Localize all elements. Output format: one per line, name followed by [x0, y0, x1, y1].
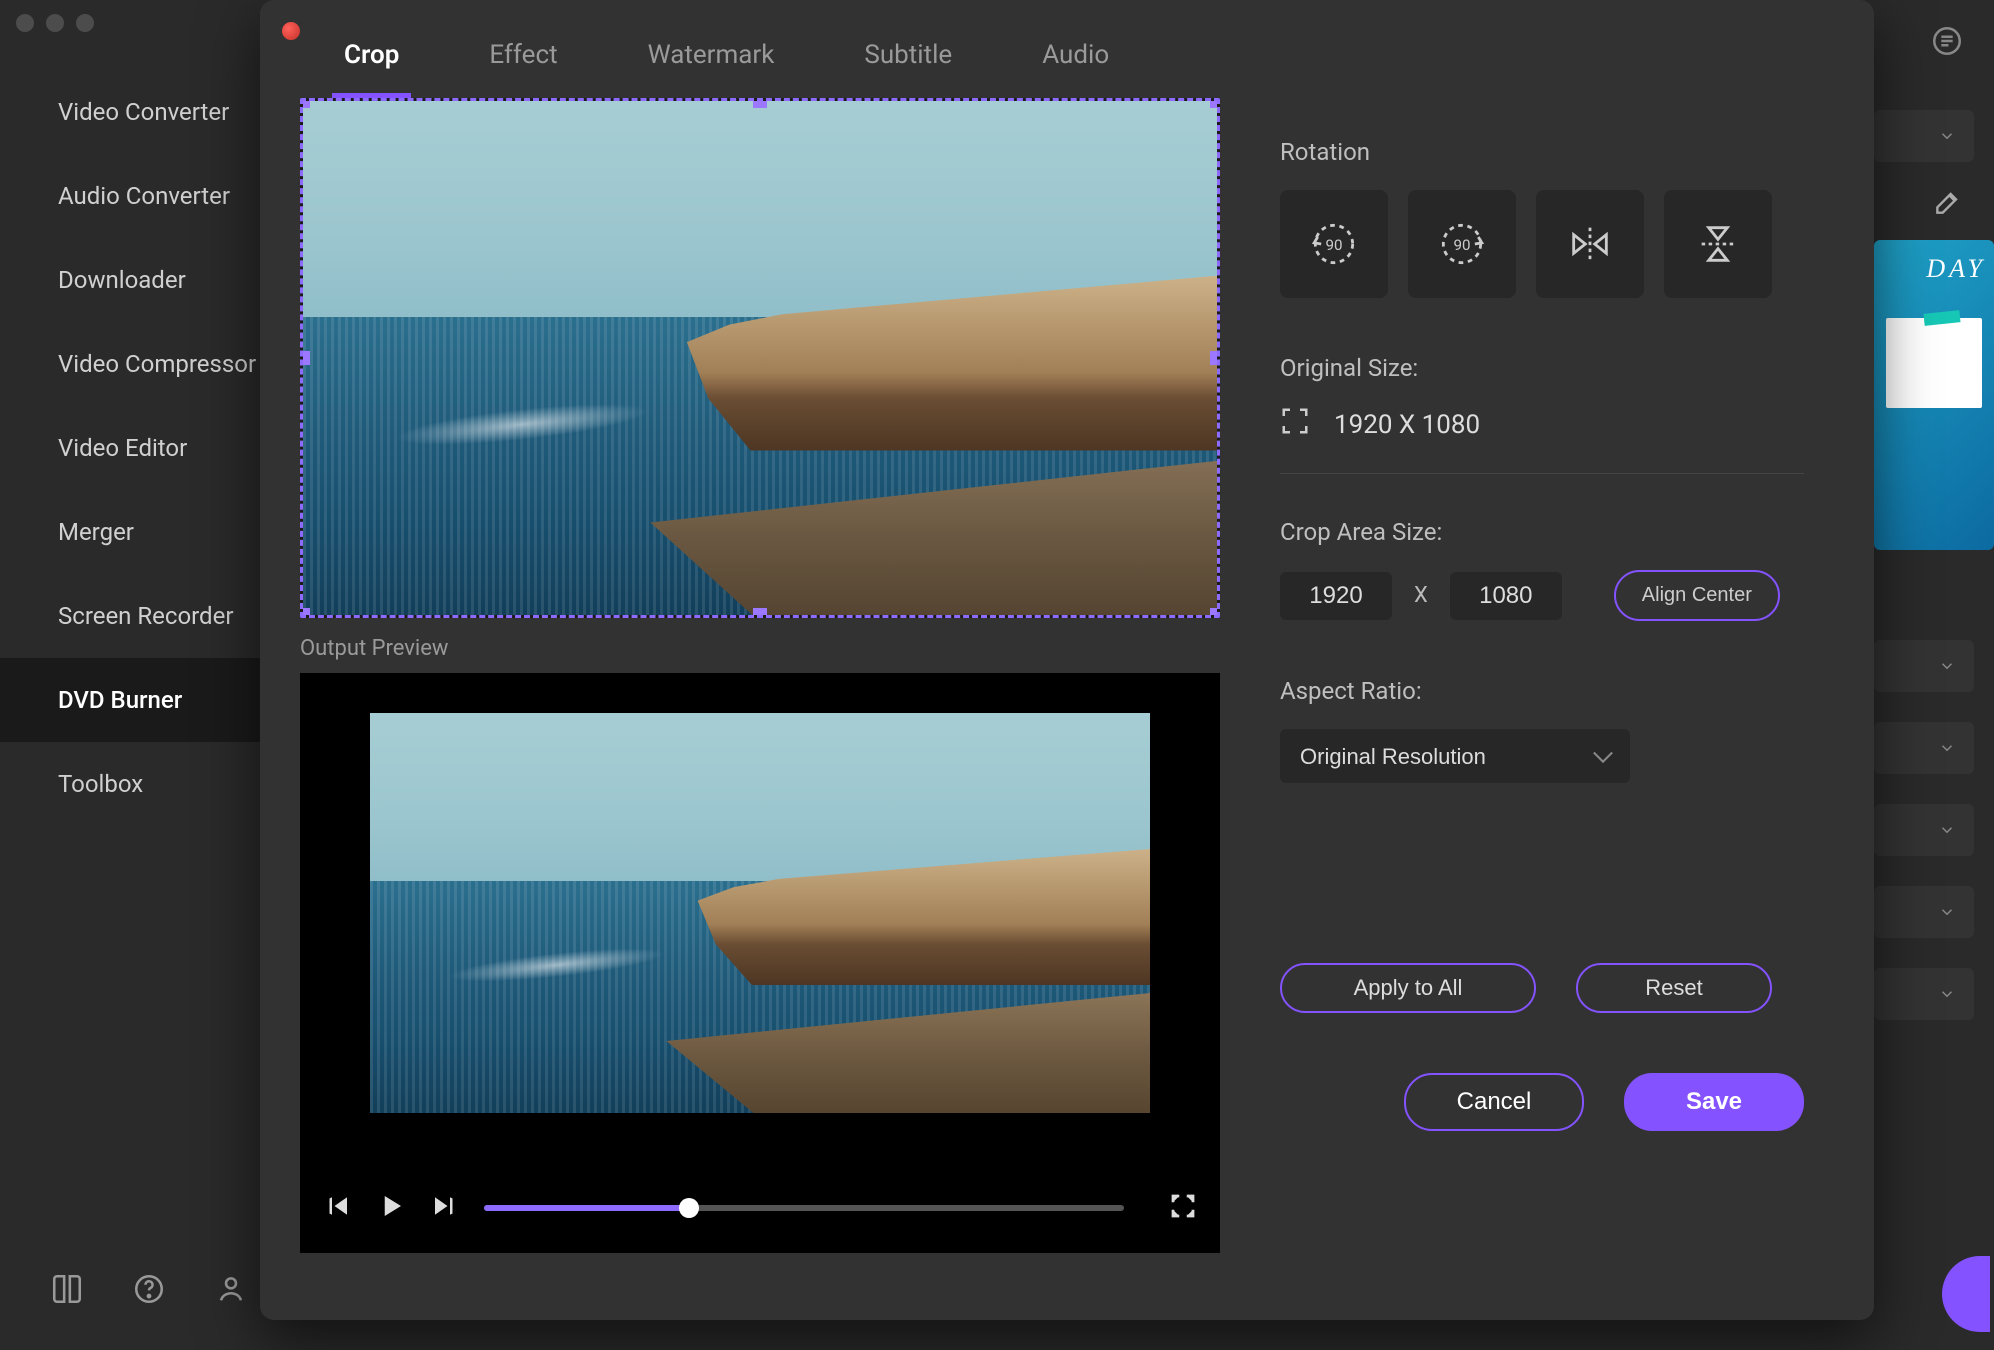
traffic-light-min[interactable] — [46, 14, 64, 32]
rotate-right-button[interactable]: 90 — [1408, 190, 1516, 298]
apply-to-all-button[interactable]: Apply to All — [1280, 963, 1536, 1013]
help-icon[interactable] — [132, 1272, 166, 1310]
sidebar: Video Converter Audio Converter Download… — [0, 70, 260, 826]
fullscreen-icon[interactable] — [1168, 1191, 1198, 1225]
crop-handle[interactable] — [753, 98, 767, 108]
dimension-separator: X — [1414, 583, 1428, 608]
flip-vertical-button[interactable] — [1664, 190, 1772, 298]
dimensions-icon — [1280, 406, 1310, 443]
rotation-label: Rotation — [1280, 138, 1804, 166]
tab-subtitle[interactable]: Subtitle — [864, 40, 952, 70]
original-size-label: Original Size: — [1280, 354, 1804, 382]
step-forward-icon[interactable] — [430, 1191, 460, 1225]
promo-card-graphic — [1886, 318, 1982, 408]
bg-dropdown[interactable] — [1874, 722, 1974, 774]
crop-handle[interactable] — [1210, 608, 1220, 618]
sidebar-item-audio-converter[interactable]: Audio Converter — [0, 154, 260, 238]
output-preview — [300, 673, 1220, 1253]
original-size-value: 1920 X 1080 — [1334, 410, 1480, 440]
seek-fill — [484, 1205, 689, 1211]
bg-dropdown[interactable] — [1874, 640, 1974, 692]
sidebar-item-video-editor[interactable]: Video Editor — [0, 406, 260, 490]
aspect-ratio-select[interactable]: Original Resolution — [1280, 729, 1630, 783]
crop-height-input[interactable] — [1450, 572, 1562, 620]
crop-area-label: Crop Area Size: — [1280, 518, 1804, 546]
reset-button[interactable]: Reset — [1576, 963, 1772, 1013]
step-back-icon[interactable] — [322, 1191, 352, 1225]
chat-icon[interactable] — [1930, 24, 1964, 62]
edit-modal: Crop Effect Watermark Subtitle Audio — [260, 0, 1874, 1320]
bg-dropdown-row — [1874, 80, 1974, 162]
sidebar-item-downloader[interactable]: Downloader — [0, 238, 260, 322]
traffic-light-max[interactable] — [76, 14, 94, 32]
crop-preview[interactable] — [300, 98, 1220, 618]
bg-action-button-fragment — [1942, 1256, 1990, 1332]
tab-crop[interactable]: Crop — [344, 40, 399, 70]
edit-icon[interactable] — [1932, 186, 1964, 222]
sidebar-item-video-converter[interactable]: Video Converter — [0, 70, 260, 154]
bg-dropdown[interactable] — [1874, 968, 1974, 1020]
save-button[interactable]: Save — [1624, 1073, 1804, 1131]
player-controls — [322, 1183, 1198, 1233]
crop-handle[interactable] — [753, 608, 767, 618]
traffic-light-close[interactable] — [16, 14, 34, 32]
seek-thumb[interactable] — [679, 1198, 699, 1218]
tab-effect[interactable]: Effect — [489, 40, 557, 70]
svg-text:90: 90 — [1325, 236, 1342, 254]
crop-handle[interactable] — [300, 608, 310, 618]
aspect-ratio-label: Aspect Ratio: — [1280, 677, 1804, 705]
crop-handle[interactable] — [300, 351, 310, 365]
footer-icons — [50, 1272, 248, 1310]
window-controls — [16, 14, 94, 32]
promo-text: DAY — [1874, 240, 1994, 298]
sidebar-item-video-compressor[interactable]: Video Compressor — [0, 322, 260, 406]
tab-audio[interactable]: Audio — [1042, 40, 1109, 70]
bg-dropdown-stack — [1874, 640, 1974, 1020]
play-icon[interactable] — [376, 1191, 406, 1225]
promo-banner: DAY — [1874, 240, 1994, 550]
output-inner — [370, 713, 1150, 1113]
sidebar-item-screen-recorder[interactable]: Screen Recorder — [0, 574, 260, 658]
modal-tabs: Crop Effect Watermark Subtitle Audio — [260, 0, 1874, 98]
book-icon[interactable] — [50, 1272, 84, 1310]
align-center-button[interactable]: Align Center — [1614, 570, 1780, 621]
close-icon[interactable] — [282, 22, 300, 40]
crop-handle[interactable] — [1210, 98, 1220, 108]
crop-handle[interactable] — [300, 98, 310, 108]
tab-watermark[interactable]: Watermark — [648, 40, 775, 70]
cancel-button[interactable]: Cancel — [1404, 1073, 1584, 1131]
divider — [1280, 473, 1804, 474]
preview-sky — [303, 101, 1217, 317]
output-preview-label: Output Preview — [300, 636, 1220, 661]
bg-dropdown[interactable] — [1874, 886, 1974, 938]
sidebar-item-merger[interactable]: Merger — [0, 490, 260, 574]
account-icon[interactable] — [214, 1272, 248, 1310]
flip-horizontal-button[interactable] — [1536, 190, 1644, 298]
rotate-left-button[interactable]: 90 — [1280, 190, 1388, 298]
crop-width-input[interactable] — [1280, 572, 1392, 620]
sidebar-item-dvd-burner[interactable]: DVD Burner — [0, 658, 260, 742]
seek-bar[interactable] — [484, 1205, 1124, 1211]
bg-dropdown[interactable] — [1874, 110, 1974, 162]
bg-dropdown[interactable] — [1874, 804, 1974, 856]
crop-handle[interactable] — [1210, 351, 1220, 365]
svg-text:90: 90 — [1453, 236, 1470, 254]
sidebar-item-toolbox[interactable]: Toolbox — [0, 742, 260, 826]
